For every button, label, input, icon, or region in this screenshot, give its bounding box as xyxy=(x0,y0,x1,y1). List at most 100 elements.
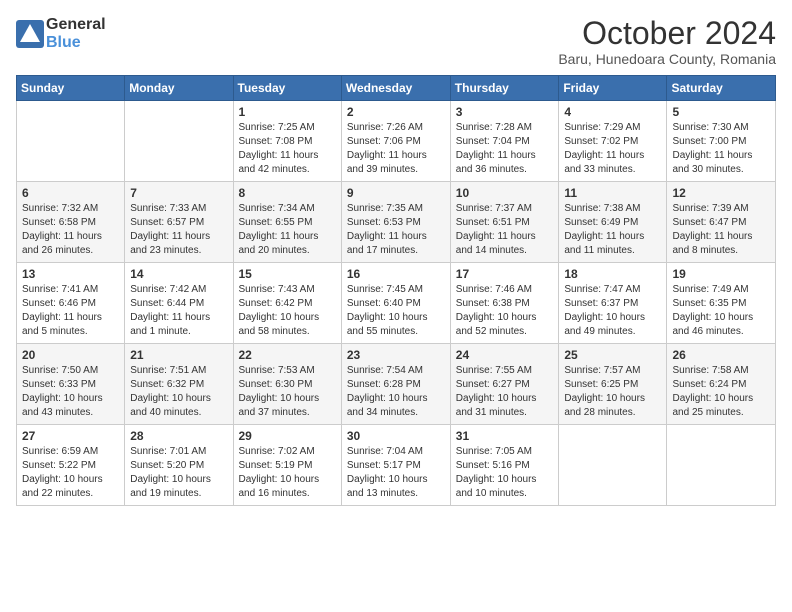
day-number: 23 xyxy=(347,348,445,362)
day-info: Sunrise: 7:33 AMSunset: 6:57 PMDaylight:… xyxy=(130,202,227,258)
day-number: 11 xyxy=(564,186,661,200)
day-number: 18 xyxy=(564,267,661,281)
weekday-header-monday: Monday xyxy=(125,76,233,101)
calendar-cell xyxy=(559,425,667,506)
calendar-cell: 20 Sunrise: 7:50 AMSunset: 6:33 PMDayligh… xyxy=(17,344,125,425)
week-row-3: 13 Sunrise: 7:41 AMSunset: 6:46 PMDayligh… xyxy=(17,263,776,344)
day-number: 30 xyxy=(347,429,445,443)
day-number: 27 xyxy=(22,429,119,443)
calendar-cell: 1 Sunrise: 7:25 AMSunset: 7:08 PMDaylight… xyxy=(233,101,341,182)
calendar-cell: 16Sunrise: 7:45 AMSunset: 6:40 PMDayligh… xyxy=(341,263,450,344)
day-info: Sunrise: 7:38 AMSunset: 6:49 PMDaylight:… xyxy=(564,202,661,258)
day-info: Sunrise: 7:51 AMSunset: 6:32 PMDaylight:… xyxy=(130,364,227,420)
day-info: Sunrise: 7:26 AMSunset: 7:06 PMDaylight:… xyxy=(347,121,445,177)
weekday-header-thursday: Thursday xyxy=(450,76,559,101)
day-number: 19 xyxy=(672,267,770,281)
weekday-header-tuesday: Tuesday xyxy=(233,76,341,101)
day-number: 10 xyxy=(456,186,554,200)
calendar-cell: 28 Sunrise: 7:01 AMSunset: 5:20 PMDayligh… xyxy=(125,425,233,506)
day-number: 26 xyxy=(672,348,770,362)
calendar-cell: 26 Sunrise: 7:58 AMSunset: 6:24 PMDayligh… xyxy=(667,344,776,425)
calendar-cell: 23 Sunrise: 7:54 AMSunset: 6:28 PMDayligh… xyxy=(341,344,450,425)
calendar-cell xyxy=(125,101,233,182)
day-info: Sunrise: 7:43 AMSunset: 6:42 PMDaylight:… xyxy=(239,283,336,339)
weekday-header-row: SundayMondayTuesdayWednesdayThursdayFrid… xyxy=(17,76,776,101)
logo-general-text: General xyxy=(46,16,106,34)
week-row-2: 6Sunrise: 7:32 AMSunset: 6:58 PMDaylight… xyxy=(17,182,776,263)
day-number: 1 xyxy=(239,105,336,119)
calendar-cell: 6Sunrise: 7:32 AMSunset: 6:58 PMDaylight… xyxy=(17,182,125,263)
day-number: 24 xyxy=(456,348,554,362)
day-info: Sunrise: 7:47 AMSunset: 6:37 PMDaylight:… xyxy=(564,283,661,339)
day-number: 12 xyxy=(672,186,770,200)
calendar-cell: 17Sunrise: 7:46 AMSunset: 6:38 PMDayligh… xyxy=(450,263,559,344)
day-info: Sunrise: 7:49 AMSunset: 6:35 PMDaylight:… xyxy=(672,283,770,339)
calendar-cell: 4 Sunrise: 7:29 AMSunset: 7:02 PMDaylight… xyxy=(559,101,667,182)
calendar-cell xyxy=(17,101,125,182)
calendar-cell: 5 Sunrise: 7:30 AMSunset: 7:00 PMDaylight… xyxy=(667,101,776,182)
day-info: Sunrise: 7:41 AMSunset: 6:46 PMDaylight:… xyxy=(22,283,119,339)
day-number: 6 xyxy=(22,186,119,200)
day-number: 25 xyxy=(564,348,661,362)
day-info: Sunrise: 7:57 AMSunset: 6:25 PMDaylight:… xyxy=(564,364,661,420)
week-row-4: 20 Sunrise: 7:50 AMSunset: 6:33 PMDayligh… xyxy=(17,344,776,425)
day-info: Sunrise: 7:37 AMSunset: 6:51 PMDaylight:… xyxy=(456,202,554,258)
day-info: Sunrise: 7:42 AMSunset: 6:44 PMDaylight:… xyxy=(130,283,227,339)
weekday-header-sunday: Sunday xyxy=(17,76,125,101)
day-number: 13 xyxy=(22,267,119,281)
day-info: Sunrise: 7:54 AMSunset: 6:28 PMDaylight:… xyxy=(347,364,445,420)
day-info: Sunrise: 7:50 AMSunset: 6:33 PMDaylight:… xyxy=(22,364,119,420)
weekday-header-wednesday: Wednesday xyxy=(341,76,450,101)
calendar-table: SundayMondayTuesdayWednesdayThursdayFrid… xyxy=(16,75,776,506)
day-info: Sunrise: 7:05 AMSunset: 5:16 PMDaylight:… xyxy=(456,445,554,501)
month-title: October 2024 xyxy=(558,16,776,51)
day-info: Sunrise: 7:58 AMSunset: 6:24 PMDaylight:… xyxy=(672,364,770,420)
calendar-cell: 7 Sunrise: 7:33 AMSunset: 6:57 PMDaylight… xyxy=(125,182,233,263)
weekday-header-friday: Friday xyxy=(559,76,667,101)
day-info: Sunrise: 7:01 AMSunset: 5:20 PMDaylight:… xyxy=(130,445,227,501)
day-number: 4 xyxy=(564,105,661,119)
day-info: Sunrise: 7:39 AMSunset: 6:47 PMDaylight:… xyxy=(672,202,770,258)
calendar-cell: 31 Sunrise: 7:05 AMSunset: 5:16 PMDayligh… xyxy=(450,425,559,506)
day-number: 15 xyxy=(239,267,336,281)
location-title: Baru, Hunedoara County, Romania xyxy=(558,51,776,67)
day-number: 28 xyxy=(130,429,227,443)
day-info: Sunrise: 7:55 AMSunset: 6:27 PMDaylight:… xyxy=(456,364,554,420)
week-row-5: 27 Sunrise: 6:59 AMSunset: 5:22 PMDayligh… xyxy=(17,425,776,506)
calendar-cell: 10 Sunrise: 7:37 AMSunset: 6:51 PMDayligh… xyxy=(450,182,559,263)
calendar-cell: 18 Sunrise: 7:47 AMSunset: 6:37 PMDayligh… xyxy=(559,263,667,344)
calendar-cell: 25 Sunrise: 7:57 AMSunset: 6:25 PMDayligh… xyxy=(559,344,667,425)
calendar-cell: 3Sunrise: 7:28 AMSunset: 7:04 PMDaylight… xyxy=(450,101,559,182)
day-info: Sunrise: 7:25 AMSunset: 7:08 PMDaylight:… xyxy=(239,121,336,177)
day-info: Sunrise: 7:30 AMSunset: 7:00 PMDaylight:… xyxy=(672,121,770,177)
day-number: 20 xyxy=(22,348,119,362)
week-row-1: 1 Sunrise: 7:25 AMSunset: 7:08 PMDaylight… xyxy=(17,101,776,182)
day-number: 14 xyxy=(130,267,227,281)
day-number: 9 xyxy=(347,186,445,200)
day-info: Sunrise: 7:29 AMSunset: 7:02 PMDaylight:… xyxy=(564,121,661,177)
day-info: Sunrise: 7:46 AMSunset: 6:38 PMDaylight:… xyxy=(456,283,554,339)
calendar-cell: 29Sunrise: 7:02 AMSunset: 5:19 PMDayligh… xyxy=(233,425,341,506)
day-info: Sunrise: 7:45 AMSunset: 6:40 PMDaylight:… xyxy=(347,283,445,339)
day-number: 3 xyxy=(456,105,554,119)
calendar-cell xyxy=(667,425,776,506)
calendar-cell: 8 Sunrise: 7:34 AMSunset: 6:55 PMDaylight… xyxy=(233,182,341,263)
calendar-cell: 15 Sunrise: 7:43 AMSunset: 6:42 PMDayligh… xyxy=(233,263,341,344)
header: General Blue October 2024 Baru, Hunedoar… xyxy=(16,16,776,67)
day-number: 5 xyxy=(672,105,770,119)
day-number: 7 xyxy=(130,186,227,200)
calendar-cell: 9Sunrise: 7:35 AMSunset: 6:53 PMDaylight… xyxy=(341,182,450,263)
calendar-cell: 22Sunrise: 7:53 AMSunset: 6:30 PMDayligh… xyxy=(233,344,341,425)
day-info: Sunrise: 7:04 AMSunset: 5:17 PMDaylight:… xyxy=(347,445,445,501)
calendar-cell: 30 Sunrise: 7:04 AMSunset: 5:17 PMDayligh… xyxy=(341,425,450,506)
calendar-cell: 27 Sunrise: 6:59 AMSunset: 5:22 PMDayligh… xyxy=(17,425,125,506)
logo-icon xyxy=(16,20,44,48)
logo-blue-text: Blue xyxy=(46,34,106,52)
day-info: Sunrise: 7:34 AMSunset: 6:55 PMDaylight:… xyxy=(239,202,336,258)
day-number: 31 xyxy=(456,429,554,443)
day-number: 8 xyxy=(239,186,336,200)
weekday-header-saturday: Saturday xyxy=(667,76,776,101)
calendar-cell: 14 Sunrise: 7:42 AMSunset: 6:44 PMDayligh… xyxy=(125,263,233,344)
day-info: Sunrise: 6:59 AMSunset: 5:22 PMDaylight:… xyxy=(22,445,119,501)
calendar-cell: 11 Sunrise: 7:38 AMSunset: 6:49 PMDayligh… xyxy=(559,182,667,263)
